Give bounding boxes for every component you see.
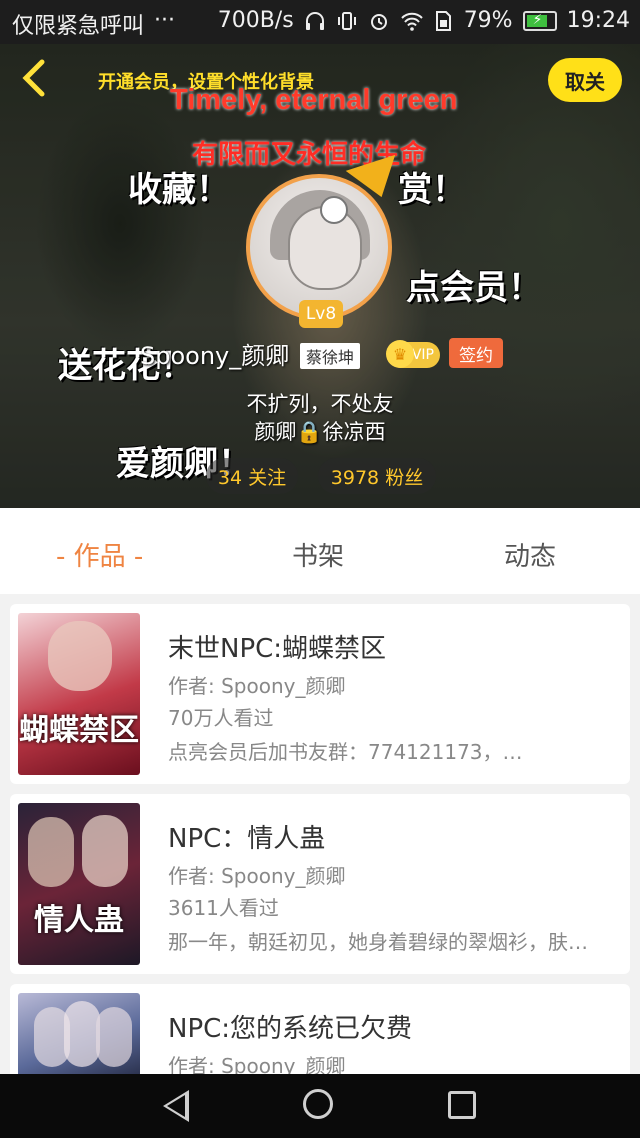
tab-activity[interactable]: 动态 [504, 536, 556, 573]
book-description: 点亮会员后加书友群：774121173，… [168, 740, 523, 764]
alarm-icon [368, 10, 390, 32]
user-tag: 蔡徐坤 [300, 343, 361, 369]
username: Spoony_颜卿 [140, 342, 290, 370]
following-count[interactable]: 34 关注 [206, 458, 298, 494]
tab-bookshelf[interactable]: 书架 [292, 536, 344, 573]
carrier-text: 仅限紧急呼叫 [12, 14, 145, 39]
system-navigation-bar [0, 1074, 640, 1138]
book-cover: 蝴蝶禁区 [18, 613, 140, 775]
signed-badge: 签约 [449, 338, 503, 368]
book-description: 那一年，朝廷初见，她身着碧绿的翠烟衫，肤… [168, 930, 588, 954]
book-title: NPC:您的系统已欠费 [168, 1014, 413, 1044]
status-bar: 仅限紧急呼叫 ··· 700B/s 79% ⚡ 19:24 [0, 0, 640, 44]
avatar-flower [320, 196, 348, 224]
book-cover: 情人蛊 [18, 803, 140, 965]
cover-figure [96, 1007, 132, 1067]
level-badge: Lv8 [299, 300, 343, 328]
profile-tabs: - 作品 - 书架 动态 [0, 508, 640, 594]
book-card[interactable]: NPC:您的系统已欠费 作者: Spoony_颜卿 [10, 984, 630, 1074]
vip-label: VIP [411, 347, 434, 363]
profile-header: 开通会员，设置个性化背景 取关 Timely, eternal green 有限… [0, 44, 640, 508]
vip-badge[interactable]: ♛ VIP [386, 340, 440, 368]
nav-back-icon[interactable] [163, 1090, 189, 1122]
vibrate-icon [336, 10, 358, 32]
cover-figure [48, 621, 112, 691]
battery-percent: 79% [463, 8, 513, 33]
chevron-left-icon [22, 59, 45, 97]
book-card[interactable]: 蝴蝶禁区 末世NPC:蝴蝶禁区 作者: Spoony_颜卿 70万人看过 点亮会… [10, 604, 630, 784]
status-left: 仅限紧急呼叫 ··· [12, 8, 175, 40]
sim-icon [432, 10, 454, 32]
avatar[interactable] [246, 174, 392, 320]
motto-english: Timely, eternal green [170, 84, 458, 116]
tab-works[interactable]: - 作品 - [56, 536, 143, 573]
book-card[interactable]: 情人蛊 NPC：情人蛊 作者: Spoony_颜卿 3611人看过 那一年，朝廷… [10, 794, 630, 974]
book-title: 末世NPC:蝴蝶禁区 [168, 634, 387, 664]
battery-icon: ⚡ [522, 10, 557, 31]
book-author: 作者: Spoony_颜卿 [168, 674, 346, 698]
back-button[interactable] [18, 58, 52, 100]
cover-title: 蝴蝶禁区 [19, 713, 139, 748]
book-author: 作者: Spoony_颜卿 [168, 864, 346, 888]
headphones-icon [304, 10, 326, 32]
cover-title: 情人蛊 [34, 903, 124, 938]
cover-figure [28, 817, 74, 887]
book-views: 3611人看过 [168, 896, 279, 920]
more-notifications-icon: ··· [154, 8, 175, 33]
cover-figure [82, 815, 128, 887]
charging-icon: ⚡ [532, 11, 543, 28]
overlay-word: 赏！ [398, 170, 466, 210]
book-cover [18, 993, 140, 1074]
overlay-word: 收藏！ [128, 170, 230, 210]
book-author: 作者: Spoony_颜卿 [168, 1054, 346, 1074]
nav-home-icon[interactable] [303, 1089, 333, 1119]
book-title: NPC：情人蛊 [168, 824, 326, 854]
nav-recents-icon[interactable] [448, 1091, 476, 1119]
followers-count[interactable]: 3978 粉丝 [318, 458, 436, 494]
clock: 19:24 [566, 8, 630, 33]
bio-line-1: 不扩列，不处友 [246, 392, 394, 416]
book-views: 70万人看过 [168, 706, 274, 730]
unfollow-button[interactable]: 取关 [548, 58, 622, 102]
wifi-icon [400, 10, 423, 32]
cover-figure [64, 1001, 100, 1067]
bio-line-2: 颜卿🔒徐凉西 [254, 420, 386, 444]
overlay-word: 点会员！ [406, 268, 542, 308]
status-right: 700B/s 79% ⚡ 19:24 [218, 8, 630, 33]
crown-icon: ♛ [386, 340, 414, 368]
network-speed: 700B/s [217, 8, 294, 33]
